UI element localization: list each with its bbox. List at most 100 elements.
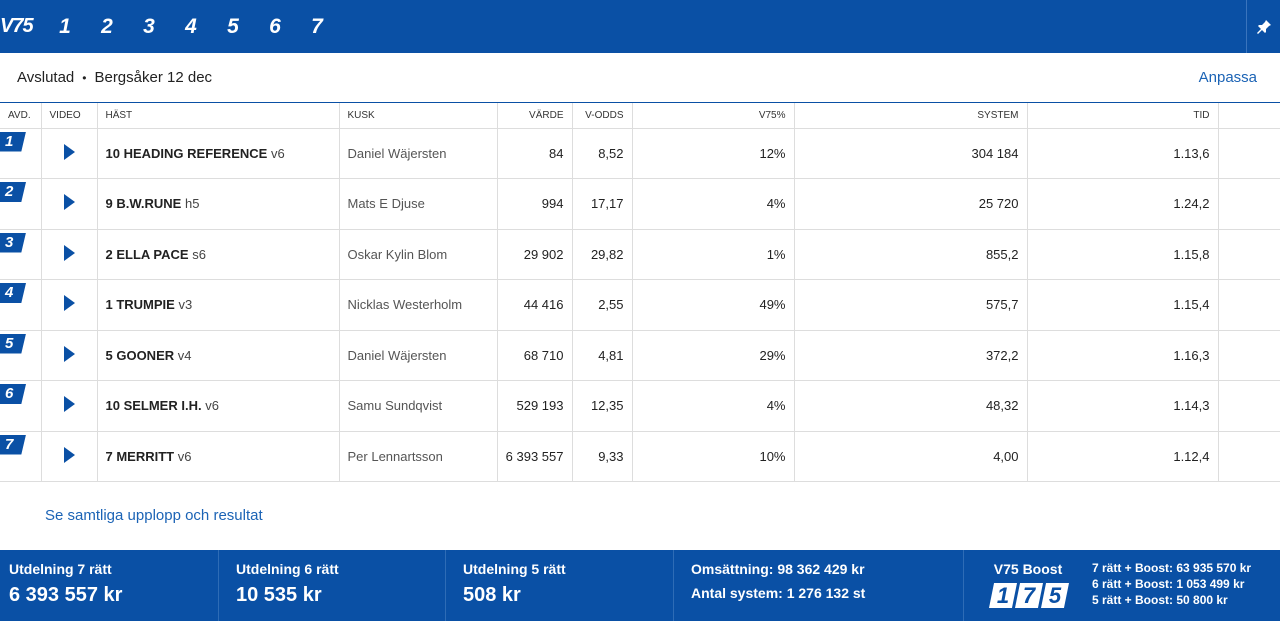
col-video[interactable]: VIDEO bbox=[41, 103, 98, 129]
horse-name[interactable]: 2 ELLA PACE bbox=[106, 247, 189, 262]
v75-percent-cell: 49% bbox=[632, 279, 795, 331]
v-odds-cell: 8,52 bbox=[572, 128, 633, 179]
payout-label: Utdelning 6 rätt bbox=[236, 561, 339, 577]
race-tab-6[interactable]: 6 bbox=[254, 15, 296, 39]
col-value[interactable]: VÄRDE bbox=[497, 103, 573, 129]
system-cell: 372,2 bbox=[794, 330, 1028, 381]
driver-name: Daniel Wäjersten bbox=[339, 128, 498, 179]
play-icon[interactable] bbox=[63, 194, 75, 211]
race-tab-2[interactable]: 2 bbox=[86, 15, 128, 39]
race-tab-3[interactable]: 3 bbox=[128, 15, 170, 39]
video-cell bbox=[41, 279, 98, 331]
value-cell: 68 710 bbox=[497, 330, 573, 381]
time-cell: 1.13,6 bbox=[1027, 128, 1219, 179]
race-number-cell: 1 bbox=[0, 128, 42, 179]
horse-name[interactable]: 10 SELMER I.H. bbox=[106, 398, 202, 413]
horse-cell: 10 SELMER I.H. v6 bbox=[97, 380, 340, 432]
spacer-cell bbox=[1218, 380, 1280, 432]
table-row[interactable]: 32 ELLA PACE s6 Oskar Kylin Blom 29 902 29,… bbox=[0, 229, 1280, 280]
race-number-badge: 4 bbox=[0, 283, 26, 303]
v-odds-cell: 17,17 bbox=[572, 178, 633, 230]
pin-icon[interactable] bbox=[1246, 0, 1280, 53]
col-time[interactable]: TID bbox=[1027, 103, 1219, 129]
race-number-badge: 2 bbox=[0, 182, 26, 202]
v-odds-cell: 2,55 bbox=[572, 279, 633, 331]
play-icon[interactable] bbox=[63, 295, 75, 312]
system-cell: 575,7 bbox=[794, 279, 1028, 331]
value-cell: 994 bbox=[497, 178, 573, 230]
horse-sex-age: v4 bbox=[177, 347, 192, 363]
payout-6-correct: Utdelning 6 rätt 10 535 kr bbox=[219, 550, 446, 621]
play-icon[interactable] bbox=[63, 446, 75, 463]
status-label: Avslutad bbox=[17, 69, 75, 86]
customize-link[interactable]: Anpassa bbox=[1199, 69, 1257, 86]
table-row[interactable]: 1 10 HEADING REFERENCE v6 Daniel Wäjersten… bbox=[0, 128, 1280, 179]
driver-name: Mats E Djuse bbox=[339, 178, 498, 230]
boost-row: 7 rätt + Boost: 63 935 570 kr bbox=[1092, 561, 1252, 575]
all-results-link[interactable]: Se samtliga upplopp och resultat bbox=[45, 507, 263, 524]
race-number-cell: 7 bbox=[0, 431, 42, 482]
table-row[interactable]: 41 TRUMPIE v3 Nicklas Westerholm 44 416 2,5… bbox=[0, 279, 1280, 331]
video-cell bbox=[41, 229, 98, 280]
col-horse[interactable]: HÄST bbox=[97, 103, 340, 129]
play-icon[interactable] bbox=[63, 396, 75, 413]
system-cell: 304 184 bbox=[794, 128, 1028, 179]
v75-percent-cell: 1% bbox=[632, 229, 795, 280]
boost-digit: 7 bbox=[1015, 583, 1043, 608]
system-count-text: Antal system: 1 276 132 st bbox=[691, 585, 866, 601]
col-system[interactable]: SYSTEM bbox=[794, 103, 1028, 129]
system-cell: 4,00 bbox=[794, 431, 1028, 482]
video-cell bbox=[41, 128, 98, 179]
horse-sex-age: v6 bbox=[177, 448, 192, 464]
payout-7-correct: Utdelning 7 rätt 6 393 557 kr bbox=[0, 550, 219, 621]
value-cell: 29 902 bbox=[497, 229, 573, 280]
horse-sex-age: v3 bbox=[178, 297, 193, 313]
table-row[interactable]: 55 GOONER v4 Daniel Wäjersten 68 710 4,81 29… bbox=[0, 330, 1280, 381]
horse-sex-age: v6 bbox=[270, 145, 285, 161]
driver-name: Oskar Kylin Blom bbox=[339, 229, 498, 280]
horse-name[interactable]: 9 B.W.RUNE bbox=[106, 196, 182, 211]
table-row[interactable]: 6 10 SELMER I.H. v6 Samu Sundqvist 529 193 1… bbox=[0, 380, 1280, 432]
spacer-cell bbox=[1218, 279, 1280, 331]
play-icon[interactable] bbox=[63, 244, 75, 261]
time-cell: 1.12,4 bbox=[1027, 431, 1219, 482]
time-cell: 1.24,2 bbox=[1027, 178, 1219, 230]
col-v-odds[interactable]: V-ODDS bbox=[572, 103, 633, 129]
v-odds-cell: 9,33 bbox=[572, 431, 633, 482]
race-number-badge: 7 bbox=[0, 434, 26, 455]
col-avd[interactable]: AVD. bbox=[0, 103, 42, 129]
race-number-badge: 1 bbox=[0, 131, 26, 152]
table-row[interactable]: 29 B.W.RUNE h5 Mats E Djuse 994 17,17 4% 25 7… bbox=[0, 178, 1280, 230]
top-nav: V75 1 2 3 4 5 6 7 bbox=[0, 0, 1280, 53]
v75-logo[interactable]: V75 bbox=[0, 15, 44, 38]
system-cell: 48,32 bbox=[794, 380, 1028, 432]
horse-name[interactable]: 10 HEADING REFERENCE bbox=[106, 146, 268, 161]
table-row[interactable]: 77 MERRITT v6 Per Lennartsson 6 393 557 9,3… bbox=[0, 431, 1280, 482]
payout-footer: Utdelning 7 rätt 6 393 557 kr Utdelning … bbox=[0, 550, 1280, 621]
video-cell bbox=[41, 330, 98, 381]
horse-name[interactable]: 7 MERRITT bbox=[106, 449, 175, 464]
spacer-cell bbox=[1218, 178, 1280, 230]
col-spacer bbox=[1218, 103, 1280, 129]
system-cell: 25 720 bbox=[794, 178, 1028, 230]
driver-name: Daniel Wäjersten bbox=[339, 330, 498, 381]
race-tab-4[interactable]: 4 bbox=[170, 15, 212, 39]
col-v75-percent[interactable]: V75% bbox=[632, 103, 795, 129]
race-tab-5[interactable]: 5 bbox=[212, 15, 254, 39]
race-number-cell: 4 bbox=[0, 279, 42, 331]
video-cell bbox=[41, 380, 98, 432]
play-icon[interactable] bbox=[63, 345, 75, 362]
horse-name[interactable]: 5 GOONER bbox=[106, 348, 175, 363]
race-tab-7[interactable]: 7 bbox=[296, 15, 338, 39]
race-tab-1[interactable]: 1 bbox=[44, 15, 86, 39]
horse-cell: 10 HEADING REFERENCE v6 bbox=[97, 128, 340, 179]
video-cell bbox=[41, 431, 98, 482]
boost-row: 5 rätt + Boost: 50 800 kr bbox=[1092, 593, 1228, 607]
play-icon[interactable] bbox=[63, 143, 75, 160]
payout-5-correct: Utdelning 5 rätt 508 kr bbox=[446, 550, 674, 621]
horse-cell: 9 B.W.RUNE h5 bbox=[97, 178, 340, 230]
col-driver[interactable]: KUSK bbox=[339, 103, 498, 129]
horse-name[interactable]: 1 TRUMPIE bbox=[106, 297, 175, 312]
driver-name: Samu Sundqvist bbox=[339, 380, 498, 432]
track-date: Bergsåker 12 dec bbox=[94, 69, 213, 86]
